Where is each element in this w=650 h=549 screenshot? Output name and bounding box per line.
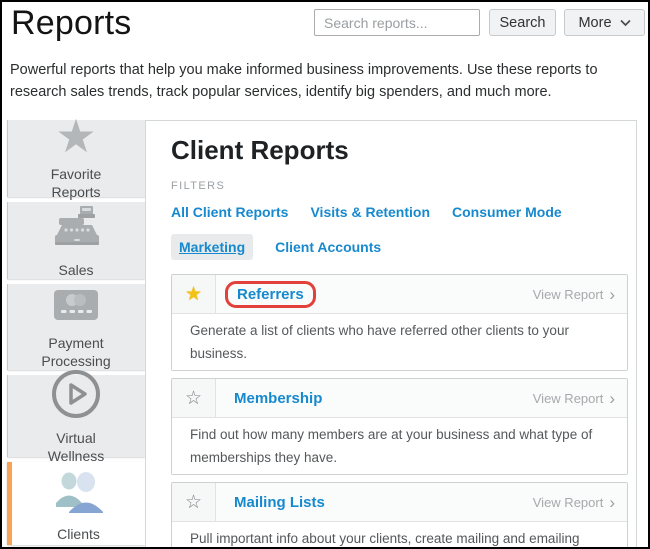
credit-card-icon <box>53 284 99 325</box>
sidebar-item-favorite-reports[interactable]: ★ Favorite Reports <box>7 113 145 200</box>
more-button[interactable]: More <box>564 9 645 36</box>
chevron-right-icon: › <box>609 284 615 304</box>
clients-icon <box>51 464 107 516</box>
panel-title: Client Reports <box>171 135 349 165</box>
filter-visits-retention[interactable]: Visits & Retention <box>310 202 430 222</box>
view-report-label: View Report <box>532 390 604 406</box>
more-button-label: More <box>578 14 612 31</box>
reports-page: Reports Search More Powerful reports tha… <box>0 0 650 549</box>
filter-links: All Client Reports Visits & Retention Co… <box>171 202 631 260</box>
report-description: Generate a list of clients who have refe… <box>172 313 627 370</box>
chevron-down-icon <box>619 15 631 31</box>
sidebar-item-sales[interactable]: Sales <box>7 202 145 279</box>
filters-label: FILTERS <box>171 180 226 192</box>
report-list: Referrers View Report › Generate a list … <box>171 274 628 547</box>
play-circle-icon <box>50 368 102 420</box>
filter-all-client-reports[interactable]: All Client Reports <box>171 202 288 222</box>
search-button-label: Search <box>499 14 546 31</box>
search-button[interactable]: Search <box>489 9 556 36</box>
favorite-toggle[interactable] <box>172 379 216 417</box>
sidebar-item-label: Favorite Reports <box>50 166 102 200</box>
star-outline-icon <box>185 493 202 512</box>
report-title-cell: Mailing Lists <box>216 483 533 521</box>
report-item-mailing-lists: Mailing Lists View Report › Pull importa… <box>171 482 628 547</box>
favorite-toggle[interactable] <box>172 483 216 521</box>
view-report-button[interactable]: View Report › <box>533 379 627 417</box>
favorite-toggle[interactable] <box>172 275 216 313</box>
filter-client-accounts[interactable]: Client Accounts <box>275 237 381 257</box>
sidebar-item-clients[interactable]: Clients <box>7 462 145 545</box>
report-description: Pull important info about your clients, … <box>172 521 627 547</box>
search-input[interactable] <box>314 9 480 36</box>
star-icon: ★ <box>55 110 97 162</box>
chevron-right-icon: › <box>609 492 615 512</box>
report-item-membership: Membership View Report › Find out how ma… <box>171 378 628 475</box>
view-report-label: View Report <box>532 494 604 510</box>
report-title-cell: Membership <box>216 379 533 417</box>
report-link-mailing-lists[interactable]: Mailing Lists <box>234 494 325 511</box>
filter-marketing[interactable]: Marketing <box>171 234 254 260</box>
report-header: Referrers View Report › <box>172 275 627 313</box>
sidebar-item-payment-processing[interactable]: Payment Processing <box>7 284 145 370</box>
report-header: Membership View Report › <box>172 379 627 417</box>
sidebar-item-label: Virtual Wellness <box>47 429 105 464</box>
star-filled-icon <box>185 285 202 304</box>
chevron-right-icon: › <box>609 388 615 408</box>
cash-register-icon <box>47 202 105 252</box>
client-reports-panel: Client Reports FILTERS All Client Report… <box>145 120 637 547</box>
sidebar-item-label: Payment Processing <box>41 335 111 369</box>
report-title-cell: Referrers <box>216 275 533 313</box>
view-report-button[interactable]: View Report › <box>533 275 627 313</box>
report-link-membership[interactable]: Membership <box>234 390 322 407</box>
sidebar-item-label: Sales <box>58 262 94 278</box>
page-description: Powerful reports that help you make info… <box>10 62 598 100</box>
report-description: Find out how many members are at your bu… <box>172 417 627 474</box>
report-header: Mailing Lists View Report › <box>172 483 627 521</box>
report-link-referrers[interactable]: Referrers <box>225 280 316 308</box>
star-outline-icon <box>185 389 202 408</box>
filter-consumer-mode[interactable]: Consumer Mode <box>452 202 562 222</box>
view-report-button[interactable]: View Report › <box>533 483 627 521</box>
sidebar-item-label: Clients <box>57 526 100 542</box>
view-report-label: View Report <box>532 286 604 302</box>
page-title: Reports <box>11 4 132 42</box>
report-item-referrers: Referrers View Report › Generate a list … <box>171 274 628 371</box>
sidebar: ★ Favorite Reports Sales Payment Process… <box>7 113 145 545</box>
sidebar-item-virtual-wellness[interactable]: Virtual Wellness <box>7 369 145 464</box>
